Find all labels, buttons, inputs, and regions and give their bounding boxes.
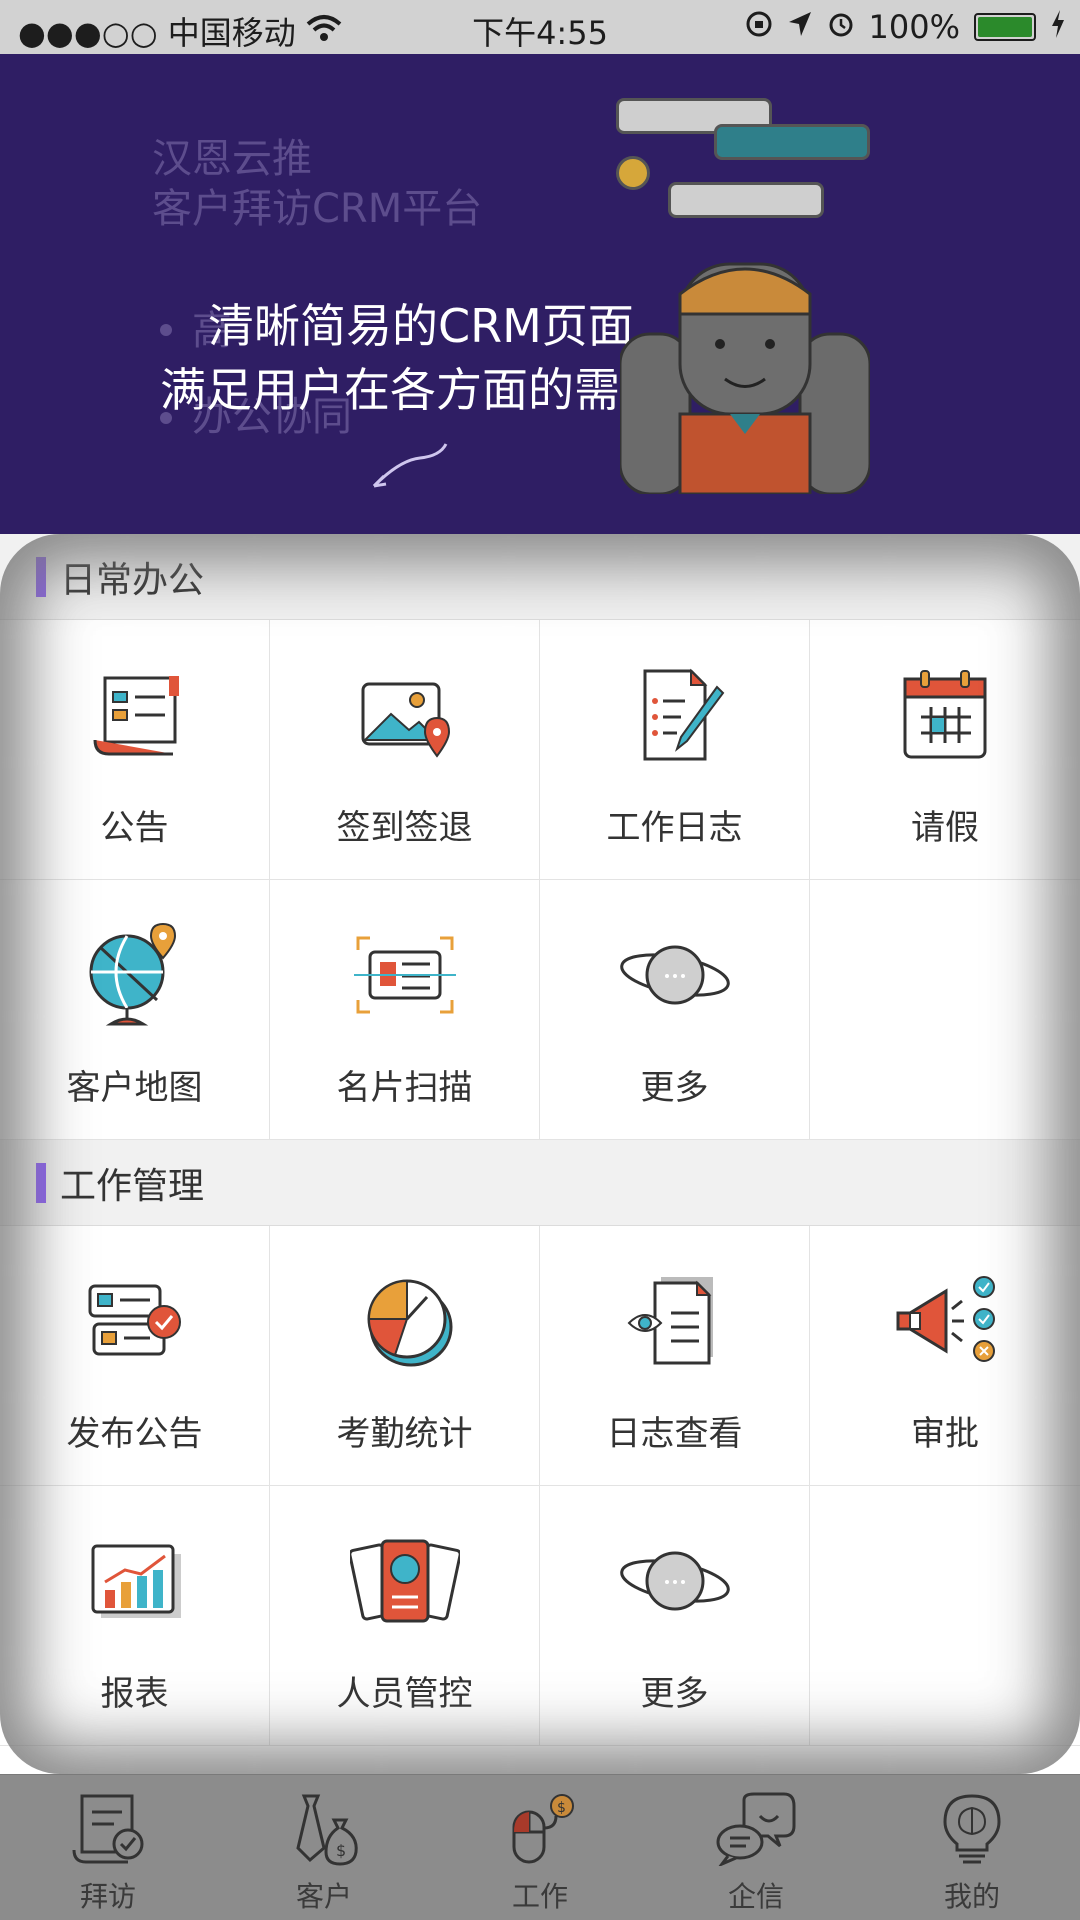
battery-icon xyxy=(974,13,1036,41)
notice-scroll-icon xyxy=(75,660,195,770)
tile-label: 公告 xyxy=(100,808,169,848)
planet-icon xyxy=(615,920,735,1030)
section-accent-bar xyxy=(36,1162,46,1203)
tile-card-scan[interactable]: 名片扫描 xyxy=(270,880,540,1140)
check-badge-icon xyxy=(616,156,650,190)
rotation-lock-icon xyxy=(745,8,773,46)
tab-label: 企信 xyxy=(727,1880,784,1913)
work-management-grid: 发布公告 考勤统计 日志查看 审批 报表 人员管控 更多 xyxy=(0,1226,1080,1746)
svg-text:$: $ xyxy=(336,1841,346,1860)
visit-scroll-icon xyxy=(63,1789,153,1869)
hero-banner[interactable]: 汉恩云推 客户拜访CRM平台 高 办公协同 清晰简易的CRM页面, 满足用户在各… xyxy=(0,54,1080,534)
tile-publish-notice[interactable]: 发布公告 xyxy=(0,1226,270,1486)
tile-label: 客户地图 xyxy=(66,1068,203,1108)
tile-more-work[interactable]: 更多 xyxy=(540,1486,810,1746)
tile-label: 名片扫描 xyxy=(336,1068,473,1108)
tile-more-daily[interactable]: 更多 xyxy=(540,880,810,1140)
document-eye-icon xyxy=(615,1266,735,1376)
megaphone-check-icon xyxy=(885,1266,1005,1376)
daily-office-grid: 公告 签到签退 工作日志 请假 客户地图 名片扫描 更多 xyxy=(0,620,1080,1140)
tab-label: 工作 xyxy=(511,1880,568,1913)
empty-tile xyxy=(810,880,1080,1140)
person-cards-icon xyxy=(345,1526,465,1636)
document-pen-icon xyxy=(615,660,735,770)
tab-label: 拜访 xyxy=(79,1880,136,1913)
tab-label: 我的 xyxy=(943,1880,1000,1913)
tile-log-view[interactable]: 日志查看 xyxy=(540,1226,810,1486)
tie-moneybag-icon: $ xyxy=(279,1789,369,1869)
tab-messages[interactable]: 企信 xyxy=(648,1775,864,1920)
tile-label: 人员管控 xyxy=(336,1674,473,1714)
tile-label: 审批 xyxy=(911,1414,979,1454)
tile-label: 请假 xyxy=(911,808,979,848)
section-header-work-management: 工作管理 xyxy=(0,1140,1080,1226)
tab-customer[interactable]: $ 客户 xyxy=(216,1775,432,1920)
tile-leave-request[interactable]: 请假 xyxy=(810,620,1080,880)
tile-checkin[interactable]: 签到签退 xyxy=(270,620,540,880)
mouse-coin-icon: $ xyxy=(495,1789,585,1869)
section-title: 工作管理 xyxy=(60,1165,205,1207)
svg-text:$: $ xyxy=(557,1800,566,1816)
clock-pie-icon xyxy=(345,1266,465,1376)
status-bar: ●●●○○ 中国移动 下午4:55 100% xyxy=(0,0,1080,54)
feature-panel: 日常办公 公告 签到签退 工作日志 请假 客户地图 名片扫描 更多 工作管理 发… xyxy=(0,534,1080,1774)
faded-title-2: 客户拜访CRM平台 xyxy=(152,186,483,232)
tile-label: 更多 xyxy=(640,1674,709,1714)
tile-label: 更多 xyxy=(640,1068,709,1108)
tab-me[interactable]: 我的 xyxy=(864,1775,1080,1920)
tile-label: 考勤统计 xyxy=(336,1414,473,1454)
globe-icon xyxy=(75,920,195,1030)
tile-work-log[interactable]: 工作日志 xyxy=(540,620,810,880)
hero-slogan: 清晰简易的CRM页面, 满足用户在各方面的需求 xyxy=(160,294,666,422)
faded-title-1: 汉恩云推 xyxy=(152,136,312,182)
tile-label: 发布公告 xyxy=(66,1414,203,1454)
slogan-line-1: 清晰简易的CRM页面, xyxy=(208,299,649,353)
alarm-icon xyxy=(827,8,855,46)
bar-chart-icon xyxy=(75,1526,195,1636)
bottom-tab-bar: 拜访 $ 客户 $ 工作 企信 我的 xyxy=(0,1774,1080,1920)
section-title: 日常办公 xyxy=(60,559,205,601)
chat-bubble-decoration xyxy=(714,124,870,160)
tab-visit[interactable]: 拜访 xyxy=(0,1775,216,1920)
tab-work[interactable]: $ 工作 xyxy=(432,1775,648,1920)
lightbulb-brain-icon xyxy=(927,1789,1017,1869)
tile-label: 日志查看 xyxy=(606,1414,743,1454)
chat-bubbles-icon xyxy=(711,1789,801,1869)
map-pin-photo-icon xyxy=(345,660,465,770)
section-header-daily-office: 日常办公 xyxy=(0,534,1080,620)
tile-attendance-stats[interactable]: 考勤统计 xyxy=(270,1226,540,1486)
slogan-line-2: 满足用户在各方面的需求 xyxy=(160,363,666,417)
tile-staff-control[interactable]: 人员管控 xyxy=(270,1486,540,1746)
tile-customer-map[interactable]: 客户地图 xyxy=(0,880,270,1140)
swirl-arrow-icon xyxy=(372,443,448,488)
battery-percent: 100% xyxy=(868,8,960,46)
planet-icon xyxy=(615,1526,735,1636)
calendar-icon xyxy=(885,660,1005,770)
tile-label: 签到签退 xyxy=(336,808,473,848)
location-icon xyxy=(787,8,813,46)
tile-report[interactable]: 报表 xyxy=(0,1486,270,1746)
tile-notice[interactable]: 公告 xyxy=(0,620,270,880)
publish-notice-icon xyxy=(75,1266,195,1376)
tile-label: 工作日志 xyxy=(606,808,743,848)
empty-tile xyxy=(810,1486,1080,1746)
tab-label: 客户 xyxy=(295,1880,352,1913)
tile-label: 报表 xyxy=(100,1674,169,1714)
section-accent-bar xyxy=(36,556,46,597)
tile-approval[interactable]: 审批 xyxy=(810,1226,1080,1486)
businessmen-illustration-icon xyxy=(620,262,870,494)
card-scan-icon xyxy=(345,920,465,1030)
chat-bubble-decoration xyxy=(668,182,824,218)
charging-icon xyxy=(1050,8,1066,46)
